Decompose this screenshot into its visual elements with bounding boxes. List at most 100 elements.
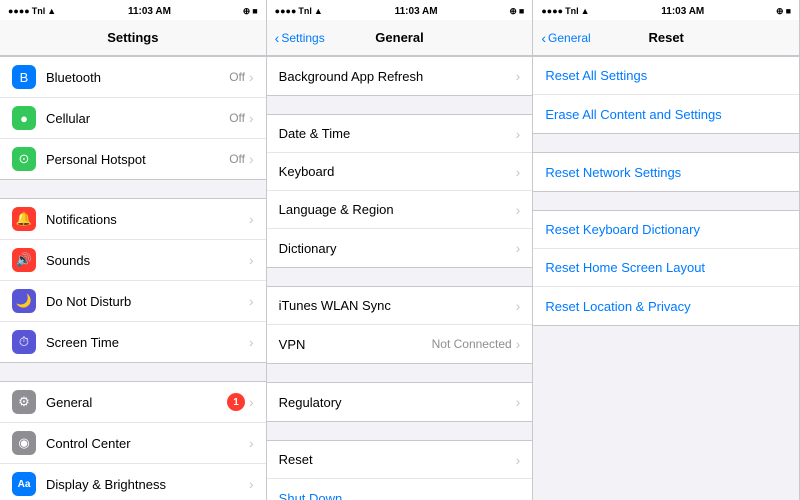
controlcenter-item[interactable]: ◉ Control Center › xyxy=(0,423,266,464)
nav-back-label: Settings xyxy=(281,31,324,45)
language-item[interactable]: Language & Region › xyxy=(267,191,533,229)
status-time-3: 11:03 AM xyxy=(661,6,704,17)
sounds-item[interactable]: 🔊 Sounds › xyxy=(0,240,266,281)
reset-keyboard-item[interactable]: Reset Keyboard Dictionary xyxy=(533,211,799,249)
status-right-3: ⊕ ■ xyxy=(776,6,791,17)
language-label: Language & Region xyxy=(279,202,516,217)
notifications-icon: 🔔 xyxy=(12,207,36,231)
hotspot-label: Personal Hotspot xyxy=(46,152,229,167)
reset-all-settings-item[interactable]: Reset All Settings xyxy=(533,57,799,95)
carrier-label-3: Tnl xyxy=(565,6,579,16)
nav-back-general[interactable]: ‹ General xyxy=(541,30,590,46)
battery-icon-2: ■ xyxy=(519,6,524,16)
bluetooth-icon: B xyxy=(12,65,36,89)
nav-title-general: General xyxy=(375,30,423,45)
bg-refresh-item[interactable]: Background App Refresh › xyxy=(267,57,533,95)
notifications-chevron: › xyxy=(249,211,254,227)
status-right-2: ⊕ ■ xyxy=(509,6,524,17)
battery-icon: ■ xyxy=(252,6,257,16)
bg-refresh-label: Background App Refresh xyxy=(279,69,516,84)
wifi-icon-2: ▲ xyxy=(314,6,323,16)
bluetooth-label: Bluetooth xyxy=(46,70,229,85)
display-chevron: › xyxy=(249,476,254,492)
dnd-item[interactable]: 🌙 Do Not Disturb › xyxy=(0,281,266,322)
notifications-item[interactable]: 🔔 Notifications › xyxy=(0,199,266,240)
reset-nav-chevron: › xyxy=(516,452,521,468)
itunes-item[interactable]: iTunes WLAN Sync › xyxy=(267,287,533,325)
hotspot-item[interactable]: ⊙ Personal Hotspot Off › xyxy=(0,139,266,179)
erase-all-item[interactable]: Erase All Content and Settings xyxy=(533,95,799,133)
cellular-icon: ● xyxy=(12,106,36,130)
reset-location-label: Reset Location & Privacy xyxy=(545,299,787,314)
nav-bar-general: ‹ Settings General xyxy=(267,20,533,56)
general-label: General xyxy=(46,395,227,410)
battery-icon-3: ■ xyxy=(786,6,791,16)
dictionary-item[interactable]: Dictionary › xyxy=(267,229,533,267)
nav-bar-settings: Settings xyxy=(0,20,266,56)
status-left-3: ●●●● Tnl ▲ xyxy=(541,6,589,16)
datetime-item[interactable]: Date & Time › xyxy=(267,115,533,153)
section-network: iTunes WLAN Sync › VPN Not Connected › xyxy=(267,286,533,364)
status-bar-3: ●●●● Tnl ▲ 11:03 AM ⊕ ■ xyxy=(533,0,799,20)
datetime-label: Date & Time xyxy=(279,126,516,141)
section-device: ⚙ General 1 › ◉ Control Center › Aa Disp… xyxy=(0,381,266,500)
section-reset-network: Reset Network Settings xyxy=(533,152,799,192)
reset-nav-item[interactable]: Reset › xyxy=(267,441,533,479)
carrier-label: Tnl xyxy=(32,6,46,16)
display-icon: Aa xyxy=(12,472,36,496)
status-bar-1: ●●●● Tnl ▲ 11:03 AM ⊕ ■ xyxy=(0,0,266,20)
keyboard-item[interactable]: Keyboard › xyxy=(267,153,533,191)
back-chevron-icon: ‹ xyxy=(275,30,280,46)
carrier-label-2: Tnl xyxy=(298,6,312,16)
cellular-item[interactable]: ● Cellular Off › xyxy=(0,98,266,139)
section-connectivity: B Bluetooth Off › ● Cellular Off › ⊙ Per… xyxy=(0,56,266,180)
sounds-icon: 🔊 xyxy=(12,248,36,272)
shutdown-item[interactable]: Shut Down xyxy=(267,479,533,500)
dnd-label: Do Not Disturb xyxy=(46,294,249,309)
reset-homescreen-item[interactable]: Reset Home Screen Layout xyxy=(533,249,799,287)
regulatory-item[interactable]: Regulatory › xyxy=(267,383,533,421)
datetime-chevron: › xyxy=(516,126,521,142)
vpn-item[interactable]: VPN Not Connected › xyxy=(267,325,533,363)
screentime-chevron: › xyxy=(249,334,254,350)
section-reset-all: Reset All Settings Erase All Content and… xyxy=(533,56,799,134)
section-locale: Date & Time › Keyboard › Language & Regi… xyxy=(267,114,533,268)
reset-location-item[interactable]: Reset Location & Privacy xyxy=(533,287,799,325)
location-icon-2: ⊕ xyxy=(509,6,517,17)
wifi-icon: ▲ xyxy=(47,6,56,16)
erase-all-label: Erase All Content and Settings xyxy=(545,107,787,122)
screentime-item[interactable]: ⏱ Screen Time › xyxy=(0,322,266,362)
general-chevron: › xyxy=(249,394,254,410)
status-left-1: ●●●● Tnl ▲ xyxy=(8,6,56,16)
reset-network-label: Reset Network Settings xyxy=(545,165,787,180)
display-item[interactable]: Aa Display & Brightness › xyxy=(0,464,266,500)
bluetooth-item[interactable]: B Bluetooth Off › xyxy=(0,57,266,98)
controlcenter-icon: ◉ xyxy=(12,431,36,455)
general-badge: 1 xyxy=(227,393,245,411)
reset-network-item[interactable]: Reset Network Settings xyxy=(533,153,799,191)
status-time-2: 11:03 AM xyxy=(395,6,438,17)
vpn-value: Not Connected xyxy=(432,337,512,351)
itunes-label: iTunes WLAN Sync xyxy=(279,298,516,313)
regulatory-label: Regulatory xyxy=(279,395,516,410)
nav-back-settings[interactable]: ‹ Settings xyxy=(275,30,325,46)
reset-list: Reset All Settings Erase All Content and… xyxy=(533,56,799,500)
status-time-1: 11:03 AM xyxy=(128,6,171,17)
language-chevron: › xyxy=(516,202,521,218)
reset-homescreen-label: Reset Home Screen Layout xyxy=(545,260,787,275)
section-alerts: 🔔 Notifications › 🔊 Sounds › 🌙 Do Not Di… xyxy=(0,198,266,363)
hotspot-chevron: › xyxy=(249,151,254,167)
section-reset-shutdown: Reset › Shut Down xyxy=(267,440,533,500)
signal-icon-3: ●●●● xyxy=(541,6,563,16)
screentime-label: Screen Time xyxy=(46,335,249,350)
hotspot-icon: ⊙ xyxy=(12,147,36,171)
nav-back-label-2: General xyxy=(548,31,591,45)
sounds-chevron: › xyxy=(249,252,254,268)
section-regulatory: Regulatory › xyxy=(267,382,533,422)
bluetooth-chevron: › xyxy=(249,69,254,85)
cellular-value: Off xyxy=(229,111,245,125)
general-item[interactable]: ⚙ General 1 › xyxy=(0,382,266,423)
reset-keyboard-label: Reset Keyboard Dictionary xyxy=(545,222,787,237)
section-reset-misc: Reset Keyboard Dictionary Reset Home Scr… xyxy=(533,210,799,326)
back-chevron-icon-2: ‹ xyxy=(541,30,546,46)
